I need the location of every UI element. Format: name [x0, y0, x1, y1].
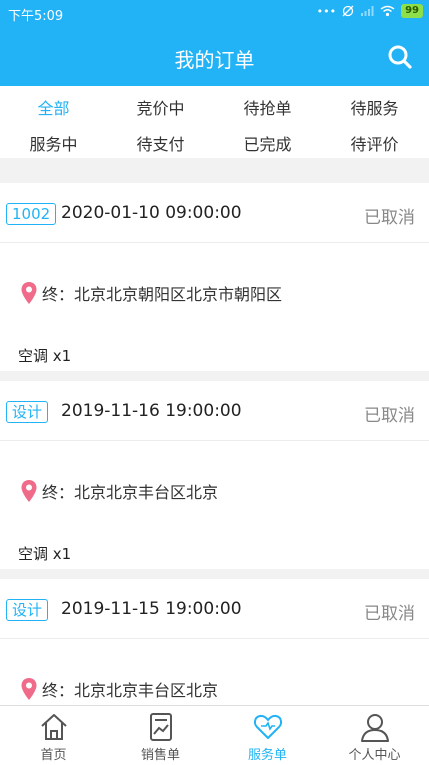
order-status: 已取消 — [364, 604, 415, 624]
destination-text: 终：北京北京朝阳区北京市朝阳区 — [42, 285, 283, 304]
status-time: 下午5:09 — [8, 9, 64, 24]
location-pin-icon — [21, 282, 37, 304]
nav-service-label: 服务单 — [247, 748, 287, 763]
tab-bidding[interactable]: 竞价中 — [107, 95, 214, 119]
order-destination: 终：北京北京朝阳区北京市朝阳区 — [20, 281, 282, 305]
order-status: 已取消 — [364, 208, 415, 228]
wifi-icon — [380, 5, 395, 17]
nav-home-label: 首页 — [40, 748, 67, 763]
status-bar: 下午5:09 ••• 99 — [0, 0, 429, 26]
signal-icon — [361, 6, 374, 16]
order-tag: 设计 — [6, 599, 49, 621]
order-header: 设计 2019-11-16 19:00:00 已取消 — [0, 381, 429, 441]
nav-sales-label: 销售单 — [140, 748, 180, 763]
alarm-off-icon — [342, 5, 354, 17]
order-item: 空调 x1 — [18, 347, 72, 365]
order-datetime: 2019-11-16 19:00:00 — [61, 401, 242, 421]
tab-completed[interactable]: 已完成 — [214, 131, 321, 155]
nav-profile-label: 个人中心 — [348, 748, 401, 763]
search-icon[interactable] — [387, 44, 413, 70]
home-icon — [41, 714, 67, 740]
tab-awaiting-review[interactable]: 待评价 — [321, 131, 428, 155]
tab-in-service[interactable]: 服务中 — [0, 131, 107, 155]
location-pin-icon — [21, 480, 37, 502]
heart-icon — [253, 714, 283, 739]
order-status-tabs: 全部 竞价中 待抢单 待服务 服务中 待支付 已完成 待评价 — [0, 86, 429, 158]
tab-awaiting-service[interactable]: 待服务 — [321, 95, 428, 119]
order-datetime: 2020-01-10 09:00:00 — [61, 203, 242, 223]
page-title: 我的订单 — [174, 48, 255, 72]
sales-chart-icon — [150, 713, 172, 741]
more-dots-icon: ••• — [316, 4, 337, 18]
tab-awaiting-payment[interactable]: 待支付 — [107, 131, 214, 155]
nav-sales[interactable]: 销售单 — [107, 706, 214, 765]
order-list: 1002 2020-01-10 09:00:00 已取消 终：北京北京朝阳区北京… — [0, 183, 429, 705]
tab-all[interactable]: 全部 — [0, 95, 107, 119]
nav-service[interactable]: 服务单 — [214, 706, 321, 765]
order-card[interactable]: 1002 2020-01-10 09:00:00 已取消 终：北京北京朝阳区北京… — [0, 183, 429, 371]
order-card[interactable]: 设计 2019-11-16 19:00:00 已取消 终：北京北京丰台区北京 空… — [0, 381, 429, 569]
tab-awaiting-grab[interactable]: 待抢单 — [214, 95, 321, 119]
user-icon — [361, 714, 389, 742]
order-status: 已取消 — [364, 406, 415, 426]
status-icons: ••• 99 — [317, 4, 423, 18]
order-destination: 终：北京北京丰台区北京 — [20, 677, 218, 701]
order-card[interactable]: 设计 2019-11-15 19:00:00 已取消 终：北京北京丰台区北京 — [0, 579, 429, 705]
nav-home[interactable]: 首页 — [0, 706, 107, 765]
battery-icon: 99 — [401, 4, 423, 18]
order-tag: 设计 — [6, 401, 49, 423]
order-header: 设计 2019-11-15 19:00:00 已取消 — [0, 579, 429, 639]
destination-text: 终：北京北京丰台区北京 — [42, 483, 219, 502]
order-destination: 终：北京北京丰台区北京 — [20, 479, 218, 503]
order-header: 1002 2020-01-10 09:00:00 已取消 — [0, 183, 429, 243]
order-item: 空调 x1 — [18, 545, 72, 563]
location-pin-icon — [21, 678, 37, 700]
app-header: 我的订单 — [0, 26, 429, 86]
destination-text: 终：北京北京丰台区北京 — [42, 681, 219, 700]
bottom-nav: 首页 销售单 服务单 个人中心 — [0, 705, 429, 765]
nav-profile[interactable]: 个人中心 — [321, 706, 428, 765]
order-tag: 1002 — [6, 203, 57, 225]
order-datetime: 2019-11-15 19:00:00 — [61, 599, 242, 619]
